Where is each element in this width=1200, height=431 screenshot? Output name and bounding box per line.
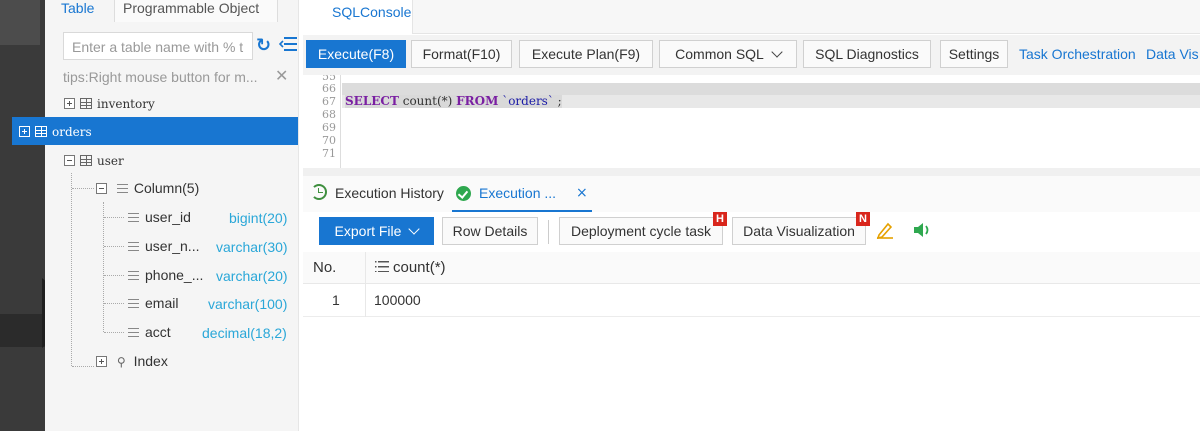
data-visualization-link[interactable]: Data Vis <box>1146 46 1199 62</box>
column-type: varchar(20) <box>216 268 288 284</box>
console-tab-bar: SQLConsole <box>303 0 1200 34</box>
toolbar-separator <box>548 220 549 244</box>
execute-plan-button[interactable]: Execute Plan(F9) <box>519 40 653 68</box>
line-number: 71 <box>322 147 336 160</box>
list-icon <box>116 183 128 193</box>
speaker-icon[interactable] <box>912 221 932 239</box>
key-icon: ⚲ <box>116 355 126 369</box>
export-file-label: Export File <box>334 223 402 239</box>
close-icon[interactable]: ✕ <box>275 66 288 85</box>
column-item[interactable]: phone_... <box>128 261 203 289</box>
tree-guide <box>71 173 72 366</box>
refresh-icon[interactable]: ↻ <box>256 35 271 56</box>
tree-guide <box>72 366 94 367</box>
task-orchestration-link[interactable]: Task Orchestration <box>1019 46 1136 62</box>
tree-node-orders[interactable]: orders <box>12 117 298 145</box>
format-button[interactable]: Format(F10) <box>411 40 512 68</box>
tree-guide <box>104 275 124 276</box>
expand-icon[interactable] <box>96 355 107 367</box>
tips-text: tips:Right mouse button for m... <box>63 69 258 85</box>
tree-node-columns[interactable]: Column(5) <box>96 174 199 202</box>
app-rail: ‹ <box>0 0 60 431</box>
column-separator <box>365 252 366 317</box>
header-count[interactable]: count(*) <box>375 259 446 276</box>
deployment-cycle-task-button[interactable]: Deployment cycle task <box>559 217 723 245</box>
column-item[interactable]: user_id <box>128 203 191 231</box>
column-icon <box>128 241 139 251</box>
chevron-down-icon <box>408 223 421 235</box>
line-number-gutter: 55 66 67 68 69 70 71 <box>303 75 341 168</box>
settings-button[interactable]: Settings <box>940 40 1008 68</box>
object-tabs: Table Programmable Object <box>45 0 299 22</box>
rail-block <box>0 0 40 45</box>
result-tabs: Execution History Execution ... × <box>303 176 1200 212</box>
column-icon <box>128 298 139 308</box>
expand-icon[interactable] <box>19 125 30 137</box>
code-line: SELECT count(*) FROM `orders` ; <box>345 94 562 108</box>
row-details-button[interactable]: Row Details <box>442 217 538 245</box>
collapse-icon[interactable] <box>64 154 75 166</box>
column-icon <box>375 261 389 273</box>
line-number: 66 <box>322 82 336 95</box>
resize-divider[interactable] <box>303 168 1200 176</box>
tree-guide <box>104 303 124 304</box>
edit-icon[interactable] <box>876 221 894 239</box>
sql-editor[interactable]: 55 66 67 68 69 70 71 SELECT count(*) FRO… <box>303 75 1200 168</box>
expand-icon[interactable] <box>64 97 75 109</box>
sql-diagnostics-button[interactable]: SQL Diagnostics <box>803 40 931 68</box>
tree-guide <box>104 332 124 333</box>
filter-list-icon[interactable] <box>279 37 297 51</box>
line-number: 67 <box>322 95 336 108</box>
close-tab-icon[interactable]: × <box>576 185 588 201</box>
line-number: 69 <box>322 121 336 134</box>
column-icon <box>128 212 139 222</box>
tree-guide <box>104 246 124 247</box>
table-icon <box>80 154 92 166</box>
sql-toolbar: Execute(F8) Format(F10) Execute Plan(F9)… <box>303 35 1200 75</box>
column-type: bigint(20) <box>229 210 288 226</box>
common-sql-label: Common SQL <box>675 46 764 62</box>
result-toolbar: Export File Row Details Deployment cycle… <box>303 212 1200 252</box>
common-sql-dropdown[interactable]: Common SQL <box>659 40 797 68</box>
tree-guide <box>103 202 104 332</box>
column-icon <box>128 327 139 337</box>
rail-active-item[interactable] <box>0 314 45 347</box>
history-icon <box>311 184 327 200</box>
tree-node-inventory[interactable]: inventory <box>64 89 155 117</box>
cell-count[interactable]: 100000 <box>374 292 421 308</box>
tab-execution[interactable]: Execution ... <box>479 185 556 201</box>
column-type: varchar(30) <box>216 239 288 255</box>
column-type: varchar(100) <box>208 296 288 312</box>
tab-table[interactable]: Table <box>55 0 115 22</box>
table-row[interactable]: 1 100000 <box>303 284 1200 317</box>
column-icon <box>128 270 139 280</box>
data-visualization-button[interactable]: Data Visualization <box>732 217 866 245</box>
column-item[interactable]: acct <box>128 318 171 346</box>
tab-programmable-object[interactable]: Programmable Object <box>115 0 278 22</box>
new-badge: N <box>856 212 870 226</box>
hot-badge: H <box>713 212 727 226</box>
tree-guide <box>104 217 124 218</box>
tab-execution-history[interactable]: Execution History <box>335 185 444 201</box>
table-icon <box>80 97 92 109</box>
execute-button[interactable]: Execute(F8) <box>306 40 406 68</box>
table-icon <box>35 125 47 137</box>
column-item[interactable]: user_n... <box>128 232 199 260</box>
row-number: 1 <box>332 292 340 308</box>
tree-node-index[interactable]: ⚲ Index <box>96 347 168 375</box>
export-file-dropdown[interactable]: Export File <box>319 217 434 245</box>
tree-node-user[interactable]: user <box>64 146 124 174</box>
success-icon <box>456 186 471 201</box>
grid-header: No. count(*) <box>303 252 1200 284</box>
header-no[interactable]: No. <box>313 259 336 276</box>
table-search-input[interactable]: Enter a table name with % t <box>63 32 253 60</box>
tab-sqlconsole[interactable]: SQLConsole <box>303 0 413 34</box>
line-number: 70 <box>322 134 336 147</box>
column-item[interactable]: email <box>128 289 178 317</box>
line-number: 68 <box>322 108 336 121</box>
column-type: decimal(18,2) <box>202 325 287 341</box>
collapse-icon[interactable] <box>96 182 107 194</box>
chevron-down-icon <box>771 46 783 58</box>
tree-guide <box>72 188 94 189</box>
